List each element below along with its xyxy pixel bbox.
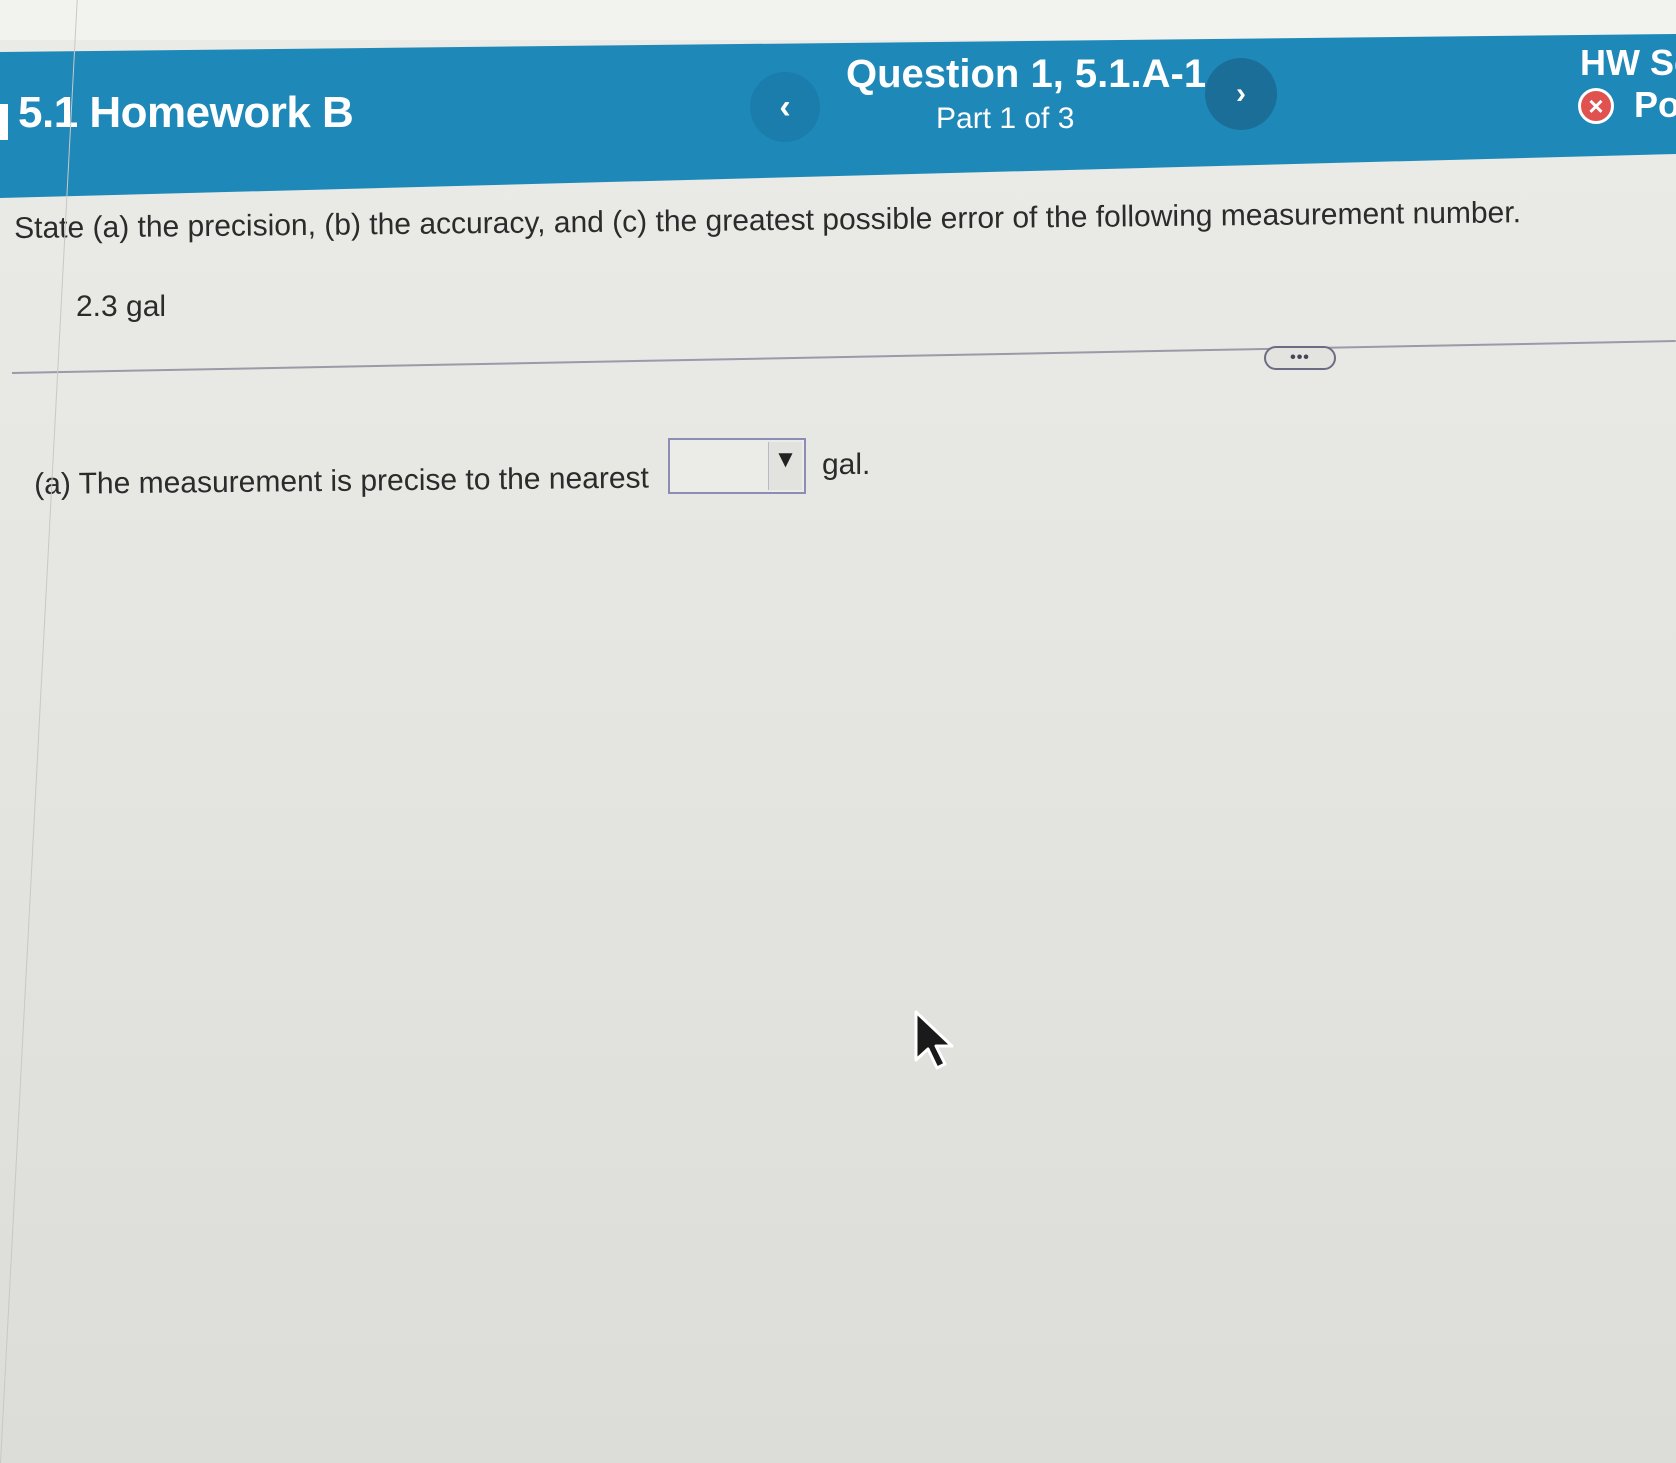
title-accent <box>0 104 8 140</box>
hw-score-label: HW Sc <box>1580 42 1676 83</box>
question-title: Question 1, 5.1.A-1 <box>846 52 1207 96</box>
previous-question-button[interactable]: ‹ <box>750 72 820 142</box>
measurement-value: 2.3 gal <box>76 290 167 323</box>
unit-label: gal. <box>822 448 871 481</box>
chevron-left-icon: ‹ <box>779 87 791 126</box>
question-part: Part 1 of 3 <box>936 102 1075 135</box>
x-circle-icon: × <box>1578 88 1614 124</box>
part-a-prompt: (a) The measurement is precise to the ne… <box>34 461 650 501</box>
dropdown-arrow-icon[interactable]: ▼ <box>768 442 802 490</box>
top-strip <box>0 0 1676 40</box>
points-label: Po <box>1634 84 1676 125</box>
precision-dropdown[interactable]: ▼ <box>668 438 806 494</box>
assignment-title: 5.1 Homework B <box>18 88 354 137</box>
mouse-pointer-icon <box>914 1010 954 1070</box>
chevron-right-icon: › <box>1236 77 1246 110</box>
next-question-button[interactable]: › <box>1205 58 1277 130</box>
expand-more-button[interactable]: ••• <box>1264 346 1336 370</box>
